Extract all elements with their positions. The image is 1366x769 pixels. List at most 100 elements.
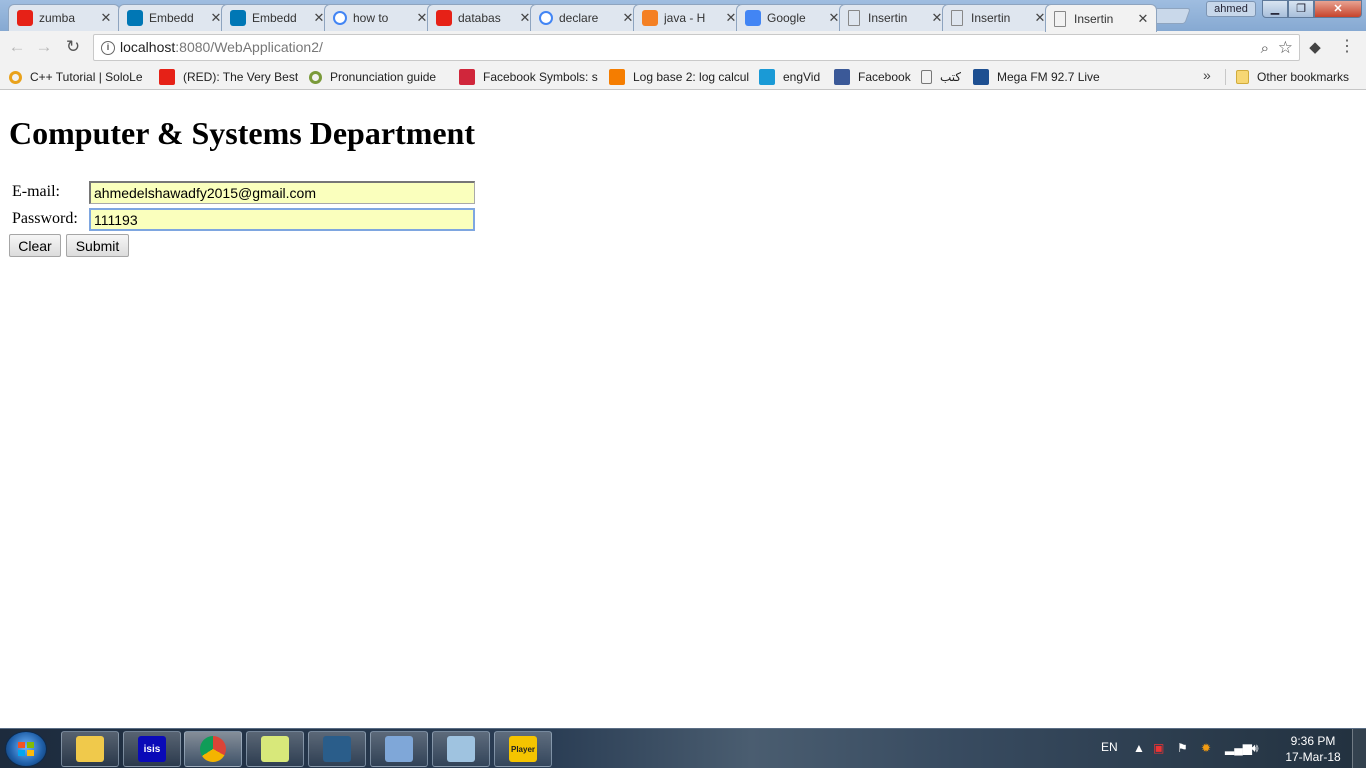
clear-button[interactable]: Clear (9, 234, 61, 257)
kmplayer-icon: Player (509, 736, 537, 762)
email-field[interactable] (89, 181, 475, 204)
taskbar-app-mysql-workbench[interactable] (308, 731, 366, 767)
bookmarks-overflow-chevron-icon[interactable]: » (1203, 67, 1211, 83)
forward-arrow-icon[interactable]: → (33, 37, 55, 59)
other-bookmarks-folder[interactable]: Other bookmarks (1236, 68, 1349, 86)
bookmark-item[interactable]: Pronunciation guide (309, 68, 436, 86)
tab-close-icon[interactable]: ✕ (99, 10, 113, 26)
info-icon[interactable]: i (101, 41, 115, 55)
bookmark-label: Facebook Symbols: s (483, 70, 598, 84)
windows-taskbar: isis Player EN ▲ ▣ ⚑ ✹ ▂▄▆ 🔊︎ 9:36 PM 17-… (0, 728, 1366, 769)
tab-title: databas (458, 11, 501, 25)
start-button[interactable] (5, 731, 47, 767)
usb-device-icon[interactable]: ▣ (1153, 741, 1164, 755)
taskbar-app-kmplayer[interactable]: Player (494, 731, 552, 767)
reload-icon[interactable]: ↻ (62, 37, 84, 59)
lightning-icon (459, 69, 475, 85)
bookmark-item[interactable]: Facebook Symbols: s (459, 68, 598, 86)
tab-title: Embedd (252, 11, 297, 25)
bookmarks-separator (1225, 69, 1226, 85)
bookmark-label: كتب (940, 70, 962, 84)
page-content: Computer & Systems Department E-mail: Pa… (0, 91, 1366, 728)
address-bar[interactable]: i localhost:8080/WebApplication2/ ⌕ ☆ (93, 34, 1300, 61)
tab-title: Insertin (971, 11, 1011, 25)
clock[interactable]: 9:36 PM 17-Mar-18 (1280, 733, 1346, 765)
avast-icon[interactable]: ✹ (1201, 741, 1211, 755)
url-host: localhost (120, 39, 176, 55)
browser-tab[interactable]: Embedd ✕ (221, 4, 333, 31)
google-translate-icon (745, 10, 761, 26)
email-label: E-mail: (12, 183, 60, 200)
youtube-icon (17, 10, 33, 26)
bars-icon (973, 69, 989, 85)
show-desktop-button[interactable] (1352, 729, 1366, 769)
tab-title: Insertin (868, 11, 908, 25)
bookmark-label: Facebook (858, 70, 911, 84)
back-arrow-icon[interactable]: ← (6, 37, 28, 59)
browser-tab[interactable]: zumba ✕ (8, 4, 120, 31)
chrome-icon (200, 736, 226, 762)
bookmark-item[interactable]: engVid (759, 68, 820, 86)
url-text: localhost:8080/WebApplication2/ (120, 35, 323, 60)
bookmark-item[interactable]: Facebook (834, 68, 911, 86)
show-hidden-icons-icon[interactable]: ▲ (1133, 741, 1145, 755)
clock-time: 9:36 PM (1290, 734, 1336, 748)
bookmark-item[interactable]: C++ Tutorial | SoloLe (9, 68, 143, 86)
browser-tab[interactable]: Google ✕ (736, 4, 848, 31)
windows-logo-icon (18, 742, 35, 757)
tab-title: Google (767, 11, 806, 25)
eraser-extension-icon[interactable]: ◆ (1306, 38, 1324, 56)
page-icon (848, 10, 860, 26)
taskbar-app-file-explorer[interactable] (61, 731, 119, 767)
bookmark-item[interactable]: (RED): The Very Best (159, 68, 298, 86)
browser-tab[interactable]: Insertin ✕ (1045, 4, 1157, 32)
tab-title: declare (559, 11, 599, 25)
taskbar-app-chrome[interactable] (184, 731, 242, 767)
linkedin-icon (230, 10, 246, 26)
maximize-button[interactable]: ❐ (1288, 0, 1314, 18)
browser-tab[interactable]: databas ✕ (427, 4, 539, 31)
bookmark-label: Log base 2: log calcul (633, 70, 749, 84)
taskbar-app-virtualbox[interactable] (370, 731, 428, 767)
folder-icon (1236, 70, 1249, 84)
browser-tab[interactable]: declare ✕ (530, 4, 642, 31)
browser-toolbar: ← → ↻ i localhost:8080/WebApplication2/ … (0, 31, 1366, 63)
taskbar-app-isis-app[interactable]: isis (123, 731, 181, 767)
volume-icon[interactable]: 🔊︎ (1251, 741, 1259, 756)
language-indicator[interactable]: EN (1101, 740, 1118, 754)
facebook-icon (834, 69, 850, 85)
virtualbox-icon (385, 736, 413, 762)
page-icon (921, 70, 932, 84)
taskbar-app-notepad[interactable] (432, 731, 490, 767)
tab-title: java - H (664, 11, 706, 25)
browser-tab[interactable]: Insertin ✕ (942, 4, 1054, 31)
bookmark-star-icon[interactable]: ☆ (1278, 35, 1293, 60)
submit-button[interactable]: Submit (66, 234, 129, 257)
profile-button[interactable]: ahmed (1206, 1, 1256, 17)
browser-tab[interactable]: Embedd ✕ (118, 4, 230, 31)
google-icon (539, 11, 553, 25)
browser-tab[interactable]: how to ✕ (324, 4, 436, 31)
browser-tab[interactable]: Insertin ✕ (839, 4, 951, 31)
minimize-button[interactable]: ▁ (1262, 0, 1288, 18)
youtube-icon (436, 10, 452, 26)
bookmark-item[interactable]: Mega FM 92.7 Live (973, 68, 1100, 86)
notepad-icon (447, 736, 475, 762)
tab-title: Insertin (1074, 11, 1114, 26)
google-icon (333, 11, 347, 25)
sticky-notes-icon (261, 736, 289, 762)
password-field[interactable] (89, 208, 475, 231)
close-window-button[interactable]: ✕ (1314, 0, 1362, 18)
action-center-flag-icon[interactable]: ⚑ (1177, 741, 1188, 755)
bookmark-item[interactable]: كتب (921, 68, 961, 86)
network-signal-icon[interactable]: ▂▄▆ (1225, 741, 1252, 755)
bookmark-item[interactable]: Log base 2: log calcul (609, 68, 749, 86)
bookmarks-bar: » Other bookmarks C++ Tutorial | SoloLe (… (0, 63, 1366, 90)
menu-dots-icon[interactable]: ⋮ (1338, 37, 1356, 57)
taskbar-app-sticky-notes[interactable] (246, 731, 304, 767)
tab-close-icon[interactable]: ✕ (1136, 11, 1150, 27)
zoom-icon[interactable]: ⌕ (1261, 36, 1269, 61)
clock-date: 17-Mar-18 (1285, 750, 1341, 764)
browser-tab[interactable]: java - H ✕ (633, 4, 745, 31)
blogger-icon (609, 69, 625, 85)
